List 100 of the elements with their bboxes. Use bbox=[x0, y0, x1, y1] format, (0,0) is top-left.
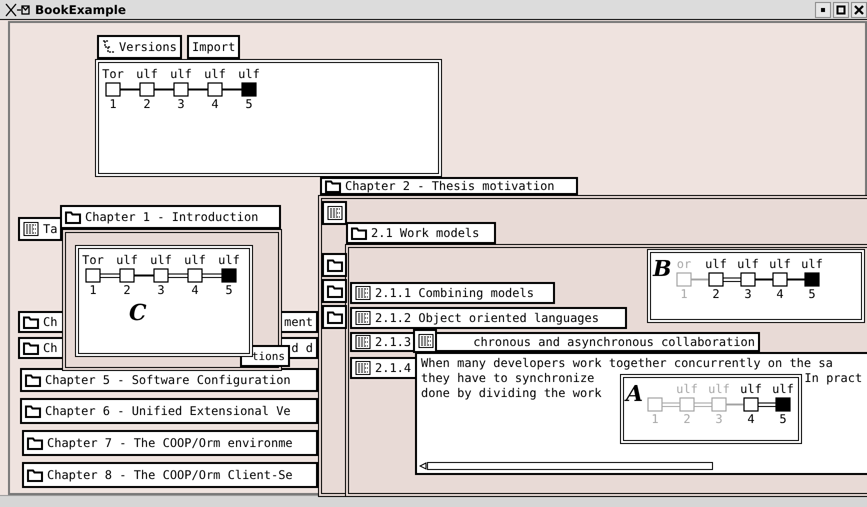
author-label: or bbox=[676, 257, 691, 271]
document-item[interactable] bbox=[413, 329, 437, 353]
version-node[interactable] bbox=[153, 268, 169, 283]
text-line: done by dividing the work bbox=[421, 386, 602, 401]
text-line: they have to synchronize bbox=[421, 371, 594, 386]
author-label: ulf bbox=[740, 382, 762, 396]
version-number: 1 bbox=[89, 283, 97, 297]
author-label: ulf bbox=[736, 257, 758, 271]
chapter-item[interactable]: Chapter 7 - The COOP/Orm environme bbox=[22, 430, 318, 456]
item-label: Chapter 7 - The COOP/Orm environme bbox=[47, 436, 293, 450]
version-node[interactable] bbox=[775, 397, 791, 412]
author-label: ulf bbox=[170, 67, 192, 81]
author-label: ulf bbox=[772, 382, 794, 396]
version-node[interactable] bbox=[207, 82, 223, 97]
panel-tab[interactable]: Import bbox=[187, 35, 240, 59]
folder-icon bbox=[25, 404, 41, 418]
author-label: ulf bbox=[204, 67, 226, 81]
version-node[interactable] bbox=[173, 82, 189, 97]
version-number: 2 bbox=[143, 97, 151, 111]
version-number: 5 bbox=[779, 412, 787, 426]
version-node[interactable] bbox=[221, 268, 237, 283]
version-number: 3 bbox=[157, 283, 165, 297]
version-node[interactable] bbox=[679, 397, 695, 412]
folder-item[interactable] bbox=[322, 279, 347, 303]
item-label: tions bbox=[252, 350, 285, 362]
version-number: 2 bbox=[712, 287, 720, 301]
maximize-button[interactable] bbox=[833, 2, 849, 18]
folder-item[interactable] bbox=[322, 305, 347, 329]
author-label: ulf bbox=[116, 253, 138, 267]
version-node[interactable] bbox=[804, 272, 820, 287]
version-node[interactable] bbox=[711, 397, 727, 412]
item-label: 2.1.1 Combining models bbox=[375, 286, 534, 300]
version-number: 4 bbox=[191, 283, 199, 297]
chapter-item[interactable]: Chapter 6 - Unified Extensional Ve bbox=[20, 398, 318, 424]
folder-icon bbox=[327, 310, 343, 324]
version-node[interactable] bbox=[241, 82, 257, 97]
version-number: 5 bbox=[225, 283, 233, 297]
version-number: 2 bbox=[123, 283, 131, 297]
version-number: 5 bbox=[245, 97, 253, 111]
text-line: When many developers work together concurrently on the sa bbox=[421, 356, 833, 371]
item-label: Ta bbox=[43, 222, 58, 236]
version-number: 1 bbox=[109, 97, 117, 111]
version-number: 2 bbox=[683, 412, 691, 426]
document-item[interactable]: Ta bbox=[18, 217, 62, 241]
version-node[interactable] bbox=[187, 268, 203, 283]
document-icon bbox=[418, 334, 434, 348]
folder-icon bbox=[327, 284, 343, 298]
version-node[interactable] bbox=[708, 272, 724, 287]
folder-icon bbox=[27, 468, 43, 482]
document-item[interactable] bbox=[322, 201, 347, 225]
item-label: d d bbox=[291, 341, 313, 355]
version-number: 3 bbox=[744, 287, 752, 301]
minimize-button[interactable] bbox=[815, 2, 831, 18]
chapter-item[interactable]: Chapter 8 - The COOP/Orm Client-Se bbox=[22, 462, 318, 488]
maximize-icon bbox=[836, 4, 846, 14]
version-number: 1 bbox=[680, 287, 688, 301]
version-graph-label: B bbox=[653, 257, 672, 281]
author-label: ulf bbox=[218, 253, 240, 267]
version-node[interactable] bbox=[772, 272, 788, 287]
version-node[interactable] bbox=[743, 397, 759, 412]
subsection-item[interactable]: 2.1.2 Object oriented languages bbox=[350, 307, 627, 329]
section-tab[interactable]: 2.1 Work models bbox=[346, 222, 496, 244]
folder-item[interactable] bbox=[322, 253, 347, 277]
close-button[interactable] bbox=[851, 2, 867, 18]
version-node[interactable] bbox=[119, 268, 135, 283]
item-label: Chapter 6 - Unified Extensional Ve bbox=[45, 404, 291, 418]
version-node[interactable] bbox=[85, 268, 101, 283]
chapter-tab[interactable]: Chapter 1 - Introduction bbox=[60, 205, 281, 229]
folder-icon bbox=[325, 179, 341, 193]
item-label: Chapter 5 - Software Configuration bbox=[45, 373, 291, 387]
author-label: ulf bbox=[238, 67, 260, 81]
chapter-tab[interactable]: Chapter 2 - Thesis motivation bbox=[320, 177, 578, 195]
version-number: 1 bbox=[651, 412, 659, 426]
chapter-item[interactable]: Chapter 5 - Software Configuration bbox=[20, 368, 318, 392]
item-label: 2.1.3 bbox=[375, 335, 412, 349]
version-node[interactable] bbox=[647, 397, 663, 412]
scroll-left-icon[interactable] bbox=[419, 462, 427, 470]
version-node[interactable] bbox=[105, 82, 121, 97]
author-label: ulf bbox=[768, 257, 790, 271]
version-graph-label: C bbox=[129, 301, 147, 325]
item-label: Ch bbox=[43, 341, 58, 355]
document-icon bbox=[355, 311, 371, 325]
version-node[interactable] bbox=[740, 272, 756, 287]
item-label: 2.1 Work models bbox=[371, 226, 480, 240]
version-node[interactable] bbox=[139, 82, 155, 97]
panel-tab[interactable]: Versions bbox=[97, 35, 182, 59]
subsection-item[interactable]: 2.1.1 Combining models bbox=[350, 282, 555, 304]
document-icon bbox=[23, 222, 39, 236]
item-label: Chapter 1 - Introduction bbox=[85, 210, 258, 224]
item-label: 2.1.2 Object oriented languages bbox=[375, 311, 599, 325]
version-number: 4 bbox=[211, 97, 219, 111]
item-label: ment bbox=[284, 315, 313, 329]
author-label: ulf bbox=[800, 257, 822, 271]
subsection-item[interactable]: 2.1.3 chronous and asynchronous collaboration bbox=[350, 332, 760, 352]
app-logo-icon bbox=[5, 2, 31, 16]
author-label: Tor bbox=[102, 67, 124, 81]
subsection-item[interactable]: 2.1.4 bbox=[350, 357, 418, 379]
version-node[interactable] bbox=[676, 272, 692, 287]
version-graph-label: A bbox=[626, 382, 644, 406]
document-icon bbox=[355, 286, 371, 300]
